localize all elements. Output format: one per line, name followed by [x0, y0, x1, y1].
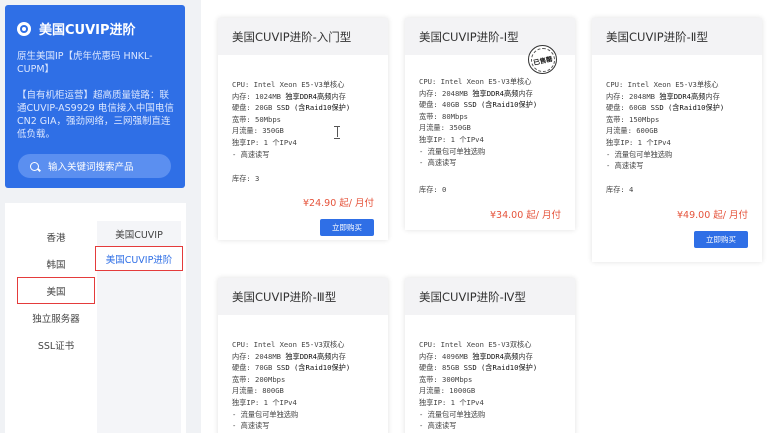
search-button-label: 输入关键词搜索产品: [48, 162, 134, 173]
subcategory-list: 美国CUVIP 美国CUVIP进阶: [95, 221, 183, 433]
promo-network-description: 【自有机柜运营】超高质量链路：联通CUVIP-AS9929 电信接入中国电信CN…: [17, 90, 174, 140]
text-cursor-icon: [334, 126, 340, 139]
nav-sub-us-cuvip[interactable]: 美国CUVIP: [97, 221, 181, 246]
category-nav: 香港 韩国 美国 独立服务器 SSL证书 美国CUVIP 美国CUVIP进阶: [5, 203, 186, 433]
target-icon: [17, 21, 31, 36]
product-card: 美国CUVIP进阶-Ⅳ型 CPU: Intel Xeon E5-V3双核心 内存…: [405, 278, 575, 433]
buy-now-button[interactable]: 立即购买: [694, 231, 748, 248]
region-list: 香港 韩国 美国 独立服务器 SSL证书: [17, 223, 95, 358]
nav-region-usa[interactable]: 美国: [17, 277, 95, 304]
nav-region-korea[interactable]: 韩国: [17, 250, 95, 277]
stock-count: 库存: 0: [419, 185, 447, 194]
nav-sub-us-cuvip-advanced[interactable]: 美国CUVIP进阶: [95, 246, 183, 271]
product-card: 美国CUVIP进阶-入门型 CPU: Intel Xeon E5-V3单核心 内…: [218, 18, 388, 240]
product-price: ¥34.00 起/ 月付: [490, 210, 561, 221]
product-card: 美国CUVIP进阶-Ⅰ型 已售罄 CPU: Intel Xeon E5-V3单核…: [405, 18, 575, 230]
nav-dedicated-server[interactable]: 独立服务器: [17, 304, 95, 331]
product-specs: CPU: Intel Xeon E5-V3双核心 内存: 4096MB 独享DD…: [419, 340, 538, 431]
stock-count: 库存: 3: [232, 174, 260, 183]
promo-description: 原生美国IP【虎年优惠码 HNKL-CUPM】: [17, 51, 153, 75]
product-search-button[interactable]: 输入关键词搜索产品: [18, 154, 171, 178]
product-name: 美国CUVIP进阶-Ⅳ型: [405, 278, 575, 315]
product-specs: CPU: Intel Xeon E5-V3单核心 内存: 2048MB 独享DD…: [419, 77, 538, 168]
product-price: ¥49.00 起/ 月付: [677, 210, 748, 221]
nav-region-hongkong[interactable]: 香港: [17, 223, 95, 250]
product-specs: CPU: Intel Xeon E5-V3双核心 内存: 2048MB 独享DD…: [232, 340, 351, 431]
buy-now-button[interactable]: 立即购买: [320, 219, 374, 236]
product-name: 美国CUVIP进阶-Ⅱ型: [592, 18, 762, 55]
product-name: 美国CUVIP进阶-Ⅲ型: [218, 278, 388, 315]
product-card: 美国CUVIP进阶-Ⅱ型 CPU: Intel Xeon E5-V3单核心 内存…: [592, 18, 762, 262]
product-specs: CPU: Intel Xeon E5-V3单核心 内存: 2048MB 独享DD…: [606, 80, 725, 171]
search-icon: [30, 161, 39, 171]
sold-out-stamp: 已售罄: [528, 45, 557, 74]
promo-title: 美国CUVIP进阶: [17, 19, 136, 38]
product-specs: CPU: Intel Xeon E5-V3单核心 内存: 1024MB 独享DD…: [232, 80, 351, 159]
nav-ssl-cert[interactable]: SSL证书: [17, 331, 95, 358]
stock-count: 库存: 4: [606, 185, 634, 194]
product-price: ¥24.90 起/ 月付: [303, 198, 374, 209]
product-name: 美国CUVIP进阶-入门型: [218, 18, 388, 55]
category-promo-panel: 美国CUVIP进阶 原生美国IP【虎年优惠码 HNKL-CUPM】 【自有机柜运…: [5, 5, 185, 188]
product-card: 美国CUVIP进阶-Ⅲ型 CPU: Intel Xeon E5-V3双核心 内存…: [218, 278, 388, 433]
promo-title-text: 美国CUVIP进阶: [39, 23, 136, 38]
